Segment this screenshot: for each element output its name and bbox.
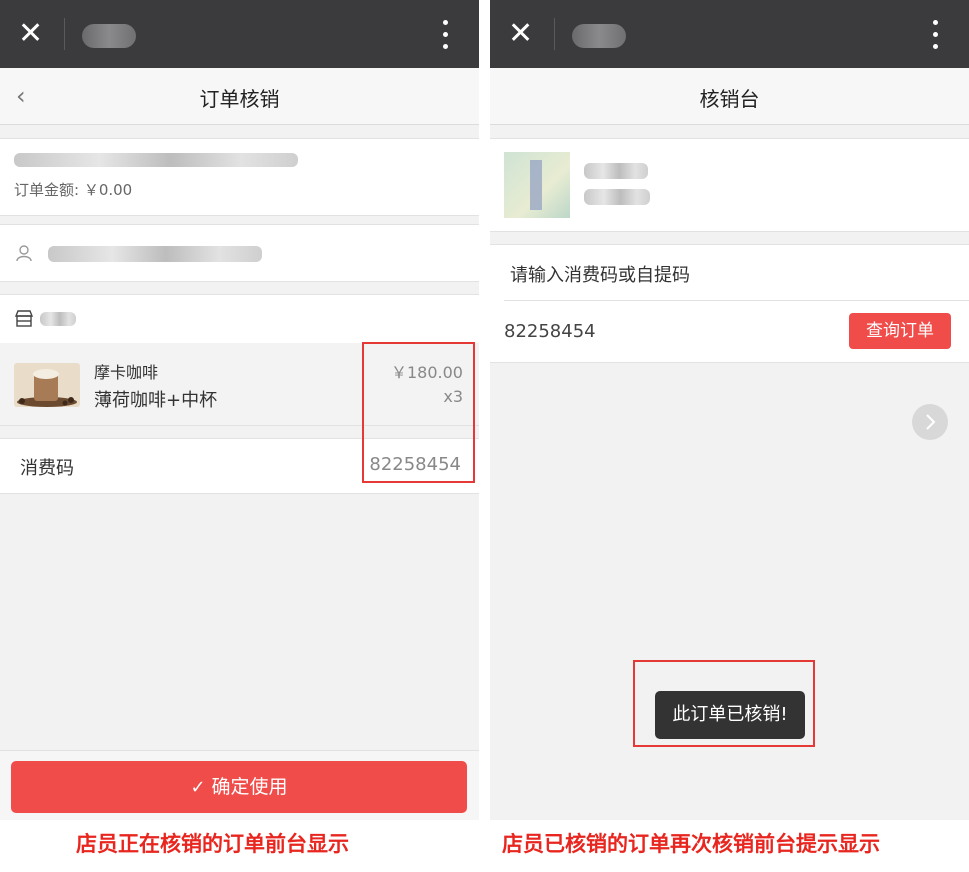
product-thumbnail [14, 363, 80, 407]
right-phone-screen: ✕ 核销台 请输入消费码或自提码 82258454 查询订单 此订单已核销! [490, 0, 969, 820]
caption-left: 店员正在核销的订单前台显示 [76, 832, 349, 856]
code-input[interactable]: 82258454 [504, 321, 596, 342]
close-icon[interactable]: ✕ [508, 17, 533, 51]
page-title: 订单核销 [199, 87, 280, 111]
check-icon: ✓ [190, 777, 206, 798]
query-order-button[interactable]: 查询订单 [849, 313, 951, 349]
customer-card [0, 224, 479, 282]
caption-right: 店员已核销的订单再次核销前台提示显示 [502, 832, 880, 856]
store-avatar [504, 152, 570, 218]
close-icon[interactable]: ✕ [18, 17, 43, 51]
blurred-order-number [14, 153, 298, 167]
page-title: 核销台 [699, 87, 760, 111]
order-info-card: 订单金额: ￥0.00 [0, 138, 479, 216]
input-prompt: 请输入消费码或自提码 [510, 265, 690, 286]
highlight-box-left [362, 342, 475, 483]
product-name: 摩卡咖啡 [94, 363, 159, 382]
divider [504, 300, 969, 301]
confirm-use-label: 确定使用 [211, 776, 288, 798]
topbar-divider [554, 18, 555, 50]
blurred-page-title [572, 24, 626, 48]
blurred-store-name [584, 163, 648, 179]
code-query-card: 请输入消费码或自提码 82258454 查询订单 [490, 244, 969, 363]
more-icon[interactable] [443, 20, 449, 56]
blurred-page-title [82, 24, 136, 48]
left-phone-screen: ✕ ‹ 订单核销 订单金额: ￥0.00 摩卡咖啡 薄荷咖啡+中杯 ￥180.0… [0, 0, 479, 820]
confirm-use-button[interactable]: ✓ 确定使用 [11, 761, 467, 813]
store-icon [14, 310, 34, 327]
highlight-box-right [633, 660, 815, 747]
product-spec: 薄荷咖啡+中杯 [94, 390, 218, 411]
more-icon[interactable] [933, 20, 939, 56]
chevron-right-icon[interactable] [912, 404, 948, 440]
store-header-card [490, 138, 969, 232]
browser-topbar: ✕ [490, 0, 969, 68]
blurred-store-name [40, 312, 76, 326]
browser-topbar: ✕ [0, 0, 479, 68]
nav-bar: 核销台 [490, 68, 969, 125]
bottom-bar: ✓ 确定使用 [0, 750, 479, 820]
code-label: 消费码 [20, 458, 74, 479]
nav-bar: ‹ 订单核销 [0, 68, 479, 125]
order-amount: 订单金额: ￥0.00 [14, 181, 133, 199]
user-icon [16, 245, 32, 262]
blurred-store-subtitle [584, 189, 650, 205]
blurred-customer-info [48, 246, 262, 262]
topbar-divider [64, 18, 65, 50]
